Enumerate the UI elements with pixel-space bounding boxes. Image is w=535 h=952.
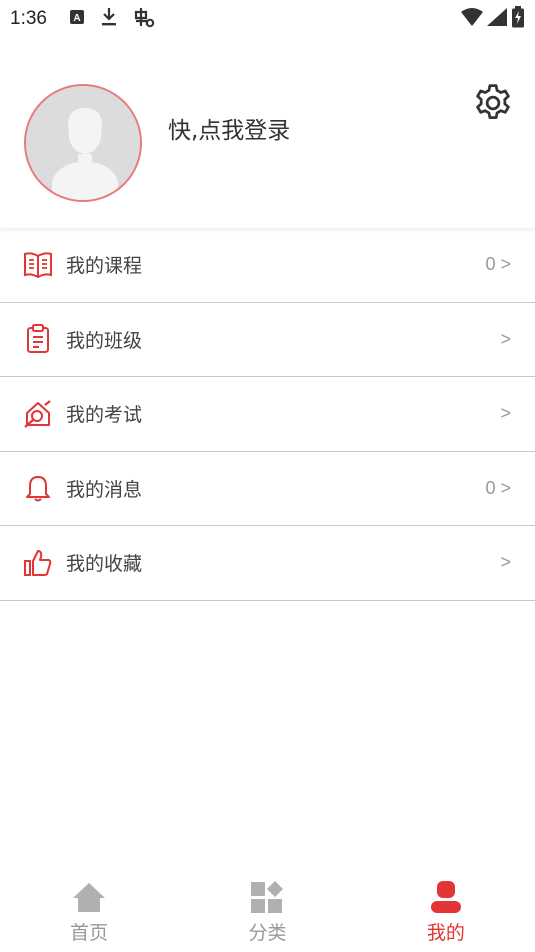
bell-icon <box>22 472 54 504</box>
status-time: 1:36 <box>10 8 47 29</box>
clipboard-icon <box>22 323 54 355</box>
menu-item-my-exams[interactable]: 我的考试 > <box>0 377 535 452</box>
tab-mine[interactable]: 我的 <box>357 872 535 952</box>
gear-icon <box>476 84 510 120</box>
svg-text:A: A <box>73 13 80 24</box>
thumbs-up-icon <box>22 547 54 579</box>
menu-item-label: 我的班级 <box>66 329 143 352</box>
status-system-icons <box>461 6 525 32</box>
wifi-icon <box>461 8 483 30</box>
bug-icon <box>133 6 155 32</box>
user-icon <box>427 878 465 916</box>
signal-icon <box>487 8 507 30</box>
menu-item-my-messages[interactable]: 我的消息 0 > <box>0 452 535 526</box>
menu-item-label: 我的收藏 <box>66 553 143 576</box>
login-prompt-link[interactable]: 快,点我登录 <box>168 111 290 145</box>
tab-label: 首页 <box>70 922 109 944</box>
tab-label: 我的 <box>426 922 465 944</box>
avatar[interactable] <box>24 84 142 202</box>
menu-item-my-courses[interactable]: 我的课程 0 > <box>0 228 535 303</box>
tab-home[interactable]: 首页 <box>0 872 178 952</box>
download-icon <box>101 7 117 31</box>
status-notification-icons: A <box>69 6 155 32</box>
bottom-tab-bar: 首页 分类 我的 <box>0 872 535 952</box>
menu-item-arrow: > <box>500 552 511 573</box>
status-bar: 1:36 A <box>0 0 535 38</box>
open-book-icon <box>22 249 54 281</box>
settings-button[interactable] <box>469 79 517 127</box>
keyboard-a-icon: A <box>69 9 85 29</box>
tab-label: 分类 <box>248 922 287 944</box>
profile-header: 快,点我登录 <box>0 38 535 228</box>
default-avatar-icon <box>26 86 140 200</box>
menu-item-label: 我的消息 <box>66 478 143 501</box>
tab-category[interactable]: 分类 <box>178 872 356 952</box>
menu-item-arrow: > <box>500 403 511 424</box>
menu-list: 我的课程 0 > 我的班级 > 我的考试 > 我的消息 0 > 我的收藏 > <box>0 228 535 601</box>
menu-item-my-class[interactable]: 我的班级 > <box>0 303 535 377</box>
exam-pen-icon <box>22 398 54 430</box>
menu-item-arrow: > <box>500 328 511 349</box>
battery-charging-icon <box>511 6 525 32</box>
home-icon <box>70 878 108 916</box>
menu-item-my-favorites[interactable]: 我的收藏 > <box>0 526 535 601</box>
menu-item-label: 我的考试 <box>66 404 143 427</box>
menu-item-count: 0 > <box>485 254 511 275</box>
category-grid-icon <box>248 878 286 916</box>
screen: 1:36 A 快,点我登录 我的课程 0 > 我的班级 > 我的考试 > 我的消… <box>0 0 535 952</box>
menu-item-label: 我的课程 <box>66 255 143 278</box>
menu-item-count: 0 > <box>485 477 511 498</box>
